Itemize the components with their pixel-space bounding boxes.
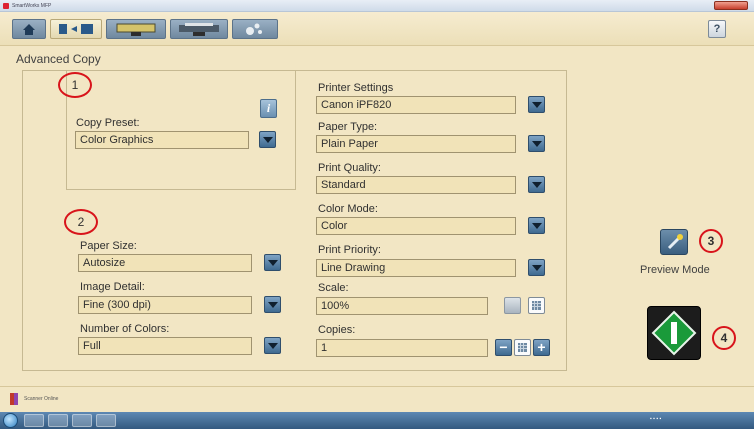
color-mode-dropdown-button[interactable] [528, 217, 545, 234]
scan-to-print-icon [179, 23, 219, 36]
copies-increment-button[interactable]: + [533, 339, 550, 356]
scan-to-file-icon [116, 23, 156, 36]
taskbar-app-smartworks[interactable] [72, 414, 92, 427]
scale-field[interactable]: 100% [316, 297, 488, 315]
taskbar-app-explorer[interactable] [48, 414, 68, 427]
start-marker: 4 [712, 326, 736, 350]
os-taskbar: ▪ ▪ ▪ ▪ [0, 412, 754, 429]
num-colors-dropdown-button[interactable] [264, 337, 281, 354]
window-titlebar: SmartWorks MFP [0, 0, 754, 12]
print-quality-dropdown-button[interactable] [528, 176, 545, 193]
keypad-icon [532, 301, 541, 310]
paper-type-dropdown-button[interactable] [528, 135, 545, 152]
print-quality-field[interactable]: Standard [316, 176, 516, 194]
printer-dropdown-button[interactable] [528, 96, 545, 113]
copies-field[interactable]: 1 [316, 339, 488, 357]
settings-button[interactable] [232, 19, 278, 39]
copy-preset-label: Copy Preset: [76, 117, 140, 129]
app-icon [3, 3, 9, 9]
paper-type-field[interactable]: Plain Paper [316, 135, 516, 153]
scan-to-print-button[interactable] [170, 19, 228, 39]
taskbar-app-other[interactable] [96, 414, 116, 427]
printer-settings-label: Printer Settings [318, 82, 394, 94]
scale-keypad-button[interactable] [528, 297, 545, 314]
home-icon [23, 24, 35, 35]
toolbar [0, 12, 754, 46]
info-button[interactable]: i [260, 99, 277, 118]
copies-label: Copies: [318, 324, 356, 336]
preview-mode-label: Preview Mode [640, 264, 710, 276]
image-detail-dropdown-button[interactable] [264, 296, 281, 313]
system-tray[interactable]: ▪ ▪ ▪ ▪ [650, 416, 661, 422]
printer-field[interactable]: Canon iPF820 [316, 96, 516, 114]
copies-keypad-button[interactable] [514, 339, 531, 356]
preview-mode-button[interactable] [660, 229, 688, 255]
scale-fit-button[interactable] [504, 297, 521, 314]
help-button[interactable]: ? [708, 20, 726, 38]
plus-icon: + [537, 339, 546, 355]
paper-type-label: Paper Type: [318, 121, 378, 133]
settings-icon [246, 23, 262, 35]
copy-preset-dropdown-button[interactable] [259, 131, 276, 148]
scale-label: Scale: [318, 282, 349, 294]
home-button[interactable] [12, 19, 46, 39]
print-priority-dropdown-button[interactable] [528, 259, 545, 276]
image-detail-field[interactable]: Fine (300 dpi) [78, 296, 252, 314]
start-copy-button[interactable] [647, 306, 701, 360]
preview-wand-icon [667, 234, 683, 250]
num-colors-field[interactable]: Full [78, 337, 252, 355]
windows-start-icon[interactable] [3, 413, 18, 428]
status-text: Scanner Online [24, 396, 59, 402]
print-priority-label: Print Priority: [318, 244, 381, 256]
window-title: SmartWorks MFP [12, 3, 52, 9]
image-detail-label: Image Detail: [80, 281, 145, 293]
start-diamond-icon [651, 310, 697, 356]
scan-to-file-button[interactable] [106, 19, 166, 39]
scanner-status-icon [10, 393, 18, 405]
page-title: Advanced Copy [16, 52, 101, 66]
taskbar-app-ie[interactable] [24, 414, 44, 427]
copy-preset-panel [66, 70, 296, 190]
paper-size-label: Paper Size: [80, 240, 137, 252]
status-bar: Scanner Online [0, 386, 754, 412]
color-mode-field[interactable]: Color [316, 217, 516, 235]
paper-size-dropdown-button[interactable] [264, 254, 281, 271]
copies-decrement-button[interactable]: − [495, 339, 512, 356]
color-mode-label: Color Mode: [318, 203, 378, 215]
minus-icon: − [499, 339, 508, 355]
paper-size-field[interactable]: Autosize [78, 254, 252, 272]
copy-mode-button[interactable] [50, 19, 102, 39]
num-colors-label: Number of Colors: [80, 323, 170, 335]
print-quality-label: Print Quality: [318, 162, 381, 174]
copy-preset-field[interactable]: Color Graphics [75, 131, 249, 149]
print-priority-field[interactable]: Line Drawing [316, 259, 516, 277]
section-2-marker: 2 [64, 209, 98, 235]
keypad-icon [518, 343, 527, 352]
section-1-marker: 1 [58, 72, 92, 98]
preview-marker: 3 [699, 229, 723, 253]
window-controls[interactable] [714, 1, 748, 10]
copy-mode-icon [59, 24, 93, 34]
